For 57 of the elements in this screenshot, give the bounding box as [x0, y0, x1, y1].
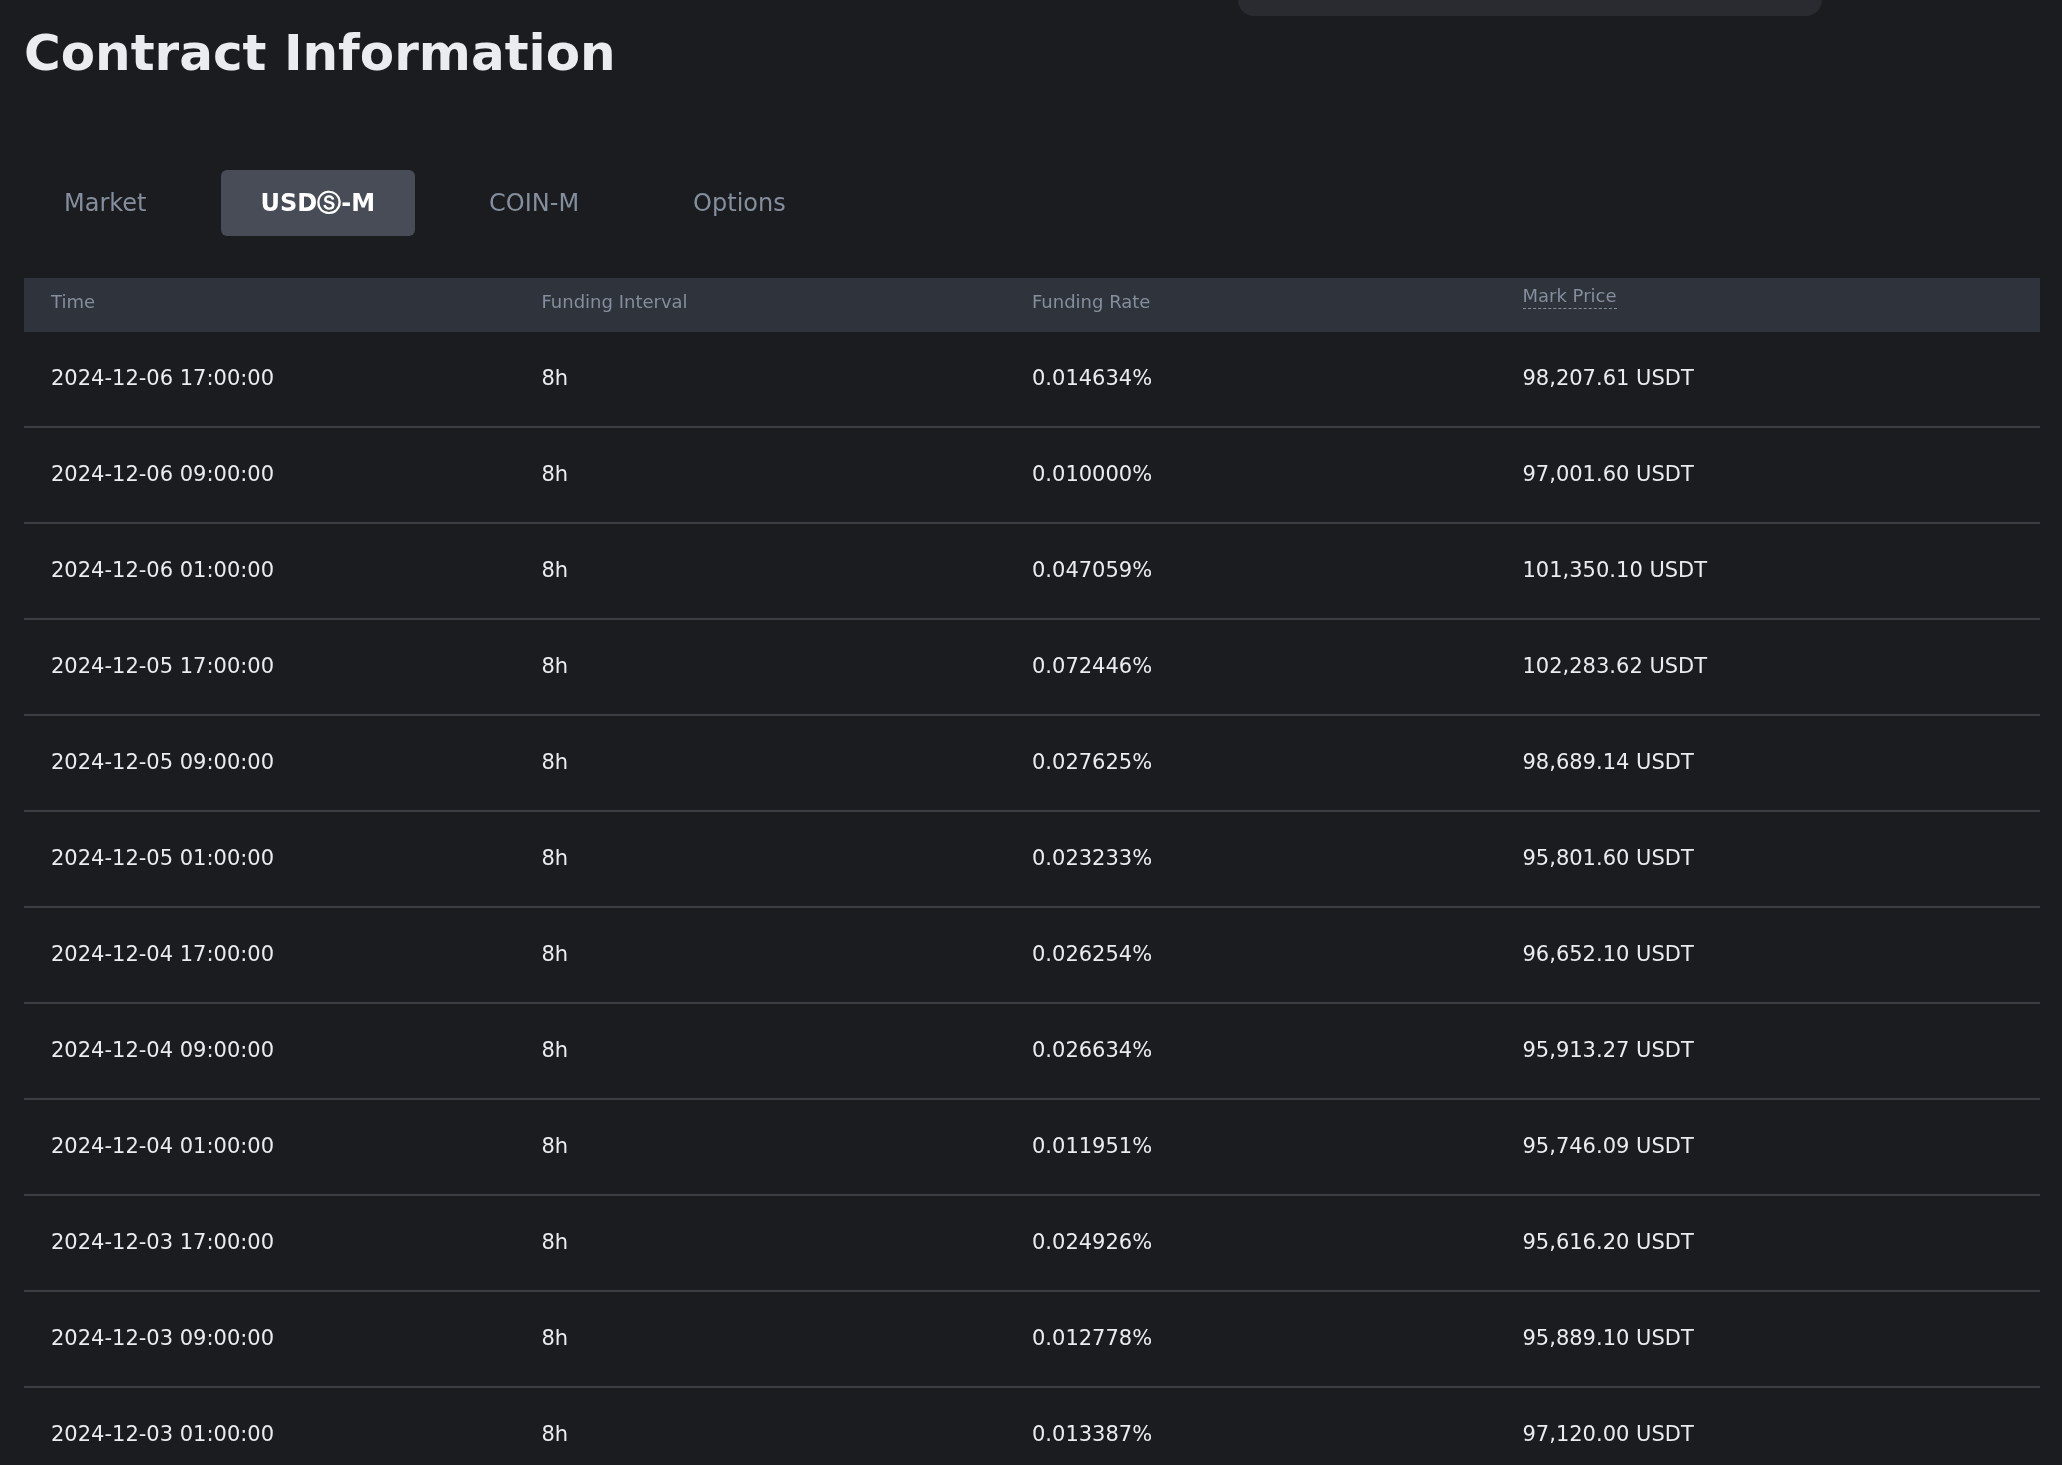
- table-cell-text: 0.024926%: [1032, 1229, 1154, 1257]
- table-cell-text: 2024-12-04 09:00:00: [51, 1037, 276, 1065]
- table-cell-text: 102,283.62 USDT: [1522, 653, 1709, 681]
- table-cell-text: 0.026634%: [1032, 1037, 1154, 1065]
- tab[interactable]: Market: [24, 170, 187, 236]
- table-cell-text: 8h: [541, 1325, 570, 1353]
- table-cell-text: 0.010000%: [1032, 461, 1154, 489]
- table-cell-text: 8h: [541, 845, 570, 873]
- table-cell-text: 8h: [541, 653, 570, 681]
- table-cell-text: 2024-12-03 17:00:00: [51, 1229, 276, 1257]
- table-cell-text: 95,616.20 USDT: [1522, 1229, 1695, 1257]
- tab[interactable]: Options: [653, 170, 826, 236]
- table-cell-text: 0.012778%: [1032, 1325, 1154, 1353]
- table-cell-text: 8h: [541, 557, 570, 585]
- table-cell-text: 95,913.27 USDT: [1522, 1037, 1695, 1065]
- table-cell-text: 97,120.00 USDT: [1522, 1421, 1695, 1449]
- column-header: Funding Rate: [1032, 290, 1152, 314]
- tab[interactable]: USDⓈ-M: [220, 170, 416, 236]
- table-cell-text: 0.011951%: [1032, 1133, 1154, 1161]
- table-cell-text: 98,207.61 USDT: [1522, 365, 1695, 393]
- table-cell-text: 0.023233%: [1032, 845, 1154, 873]
- table-cell-text: 2024-12-04 17:00:00: [51, 941, 276, 969]
- table-cell-text: 0.047059%: [1032, 557, 1154, 585]
- table-cell-text: 8h: [541, 749, 570, 777]
- table-cell-text: 2024-12-05 01:00:00: [51, 845, 276, 873]
- table-cell-text: 96,652.10 USDT: [1522, 941, 1695, 969]
- table-cell-text: 2024-12-03 09:00:00: [51, 1325, 276, 1353]
- table-cell-text: 2024-12-04 01:00:00: [51, 1133, 276, 1161]
- table-cell-text: 2024-12-05 17:00:00: [51, 653, 276, 681]
- table-cell-text: 2024-12-06 09:00:00: [51, 461, 276, 489]
- table-cell-text: 8h: [541, 1229, 570, 1257]
- table-cell-text: 8h: [541, 941, 570, 969]
- table-cell-text: 2024-12-03 01:00:00: [51, 1421, 276, 1449]
- column-header: Time: [51, 290, 97, 314]
- table-cell-text: 8h: [541, 1133, 570, 1161]
- table-cell-text: 95,801.60 USDT: [1522, 845, 1695, 873]
- table-cell-text: 0.027625%: [1032, 749, 1154, 777]
- table-cell-text: 95,889.10 USDT: [1522, 1325, 1695, 1353]
- table-cell-text: 8h: [541, 365, 570, 393]
- table-cell-text: 8h: [541, 1037, 570, 1065]
- table-cell-text: 2024-12-05 09:00:00: [51, 749, 276, 777]
- table-cell-text: 8h: [541, 461, 570, 489]
- table-cell-text: 0.026254%: [1032, 941, 1154, 969]
- table-cell-text: 0.013387%: [1032, 1421, 1154, 1449]
- table-cell-text: 101,350.10 USDT: [1522, 557, 1709, 585]
- tab[interactable]: COIN-M: [449, 170, 620, 236]
- table-cell-text: 97,001.60 USDT: [1522, 461, 1695, 489]
- table-cell-text: 95,746.09 USDT: [1522, 1133, 1695, 1161]
- table-cell-text: 2024-12-06 01:00:00: [51, 557, 276, 585]
- table-cell-text: 0.072446%: [1032, 653, 1154, 681]
- column-header: Mark Price: [1522, 284, 1617, 309]
- table-cell-text: 8h: [541, 1421, 570, 1449]
- table-cell-text: 98,689.14 USDT: [1522, 749, 1695, 777]
- page-title: Contract Information: [24, 23, 617, 84]
- table-cell-text: 2024-12-06 17:00:00: [51, 365, 276, 393]
- table-cell-text: 0.014634%: [1032, 365, 1154, 393]
- column-header: Funding Interval: [541, 290, 689, 314]
